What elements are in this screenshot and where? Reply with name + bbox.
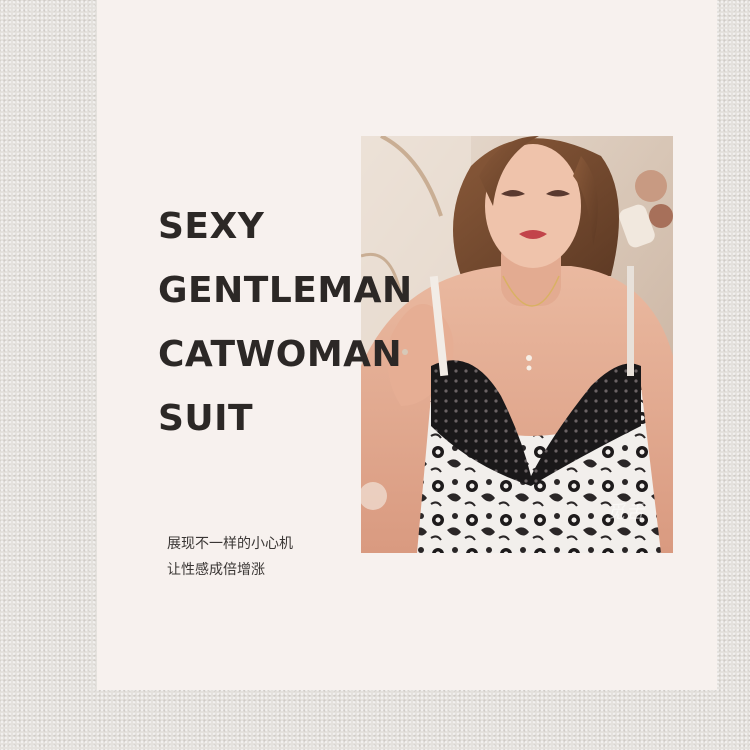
watermark: 觅舌: [607, 502, 645, 523]
headline-line-4: SUIT: [158, 398, 254, 439]
tagline: 展现不一样的小心机 让性感成倍增涨: [167, 531, 293, 583]
tagline-line-2: 让性感成倍增涨: [167, 562, 265, 578]
headline-line-3: CATWOMAN: [158, 334, 403, 375]
headline: SEXY GENTLEMAN CATWOMAN SUIT: [158, 195, 413, 451]
headline-line-2: GENTLEMAN: [158, 270, 413, 311]
headline-line-1: SEXY: [158, 206, 265, 247]
tagline-line-1: 展现不一样的小心机: [167, 536, 293, 552]
